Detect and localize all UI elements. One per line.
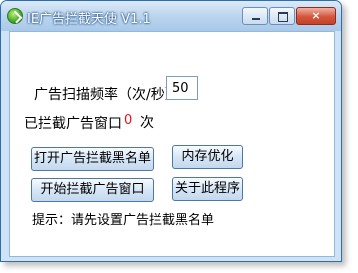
open-blacklist-button[interactable]: 打开广告拦截黑名单 bbox=[31, 147, 154, 171]
window-title: IE广告拦截天使 V1.1 bbox=[27, 12, 151, 27]
blocked-count: 0 bbox=[124, 113, 133, 128]
start-block-button[interactable]: 开始拦截广告窗口 bbox=[31, 178, 154, 202]
frequency-input[interactable] bbox=[166, 76, 198, 100]
blocked-unit: 次 bbox=[140, 115, 154, 131]
blocked-label: 已拦截广告窗口 bbox=[24, 116, 122, 132]
title-bar[interactable]: IE广告拦截天使 V1.1 × bbox=[1, 1, 341, 31]
status-hint: 提示：请先设置广告拦截黑名单 bbox=[32, 213, 215, 228]
close-button[interactable]: × bbox=[296, 7, 336, 25]
memory-optimize-button[interactable]: 内存优化 bbox=[172, 145, 243, 169]
about-button[interactable]: 关于此程序 bbox=[172, 177, 243, 201]
maximize-button[interactable] bbox=[269, 7, 295, 25]
frequency-label: 广告扫描频率（次/秒） bbox=[34, 87, 179, 103]
app-check-icon bbox=[7, 8, 23, 24]
minimize-button[interactable] bbox=[242, 7, 268, 25]
